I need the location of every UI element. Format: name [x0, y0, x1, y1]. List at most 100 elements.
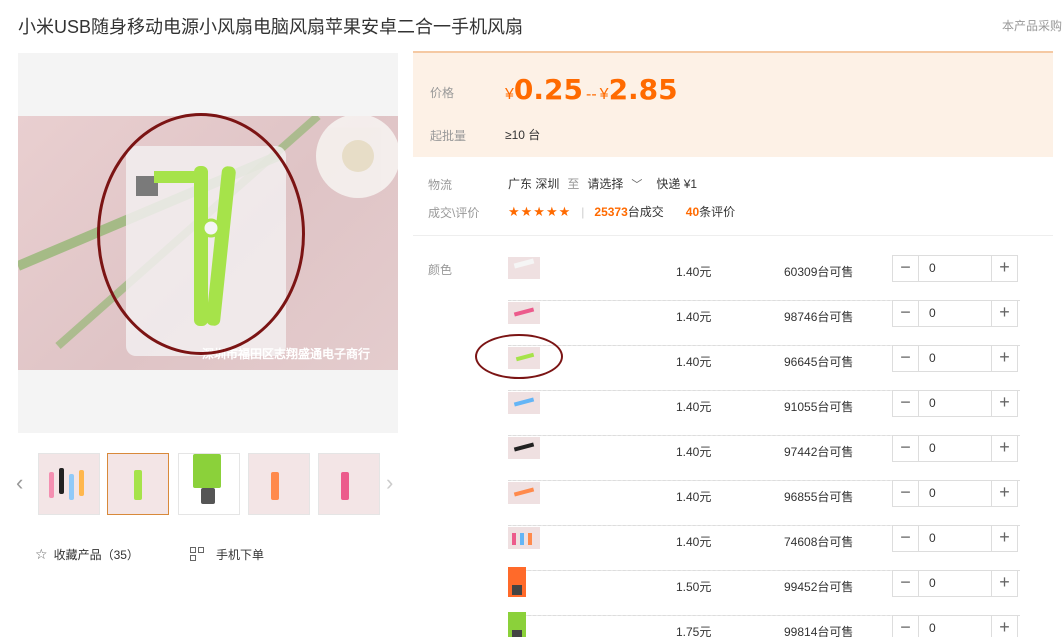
price-label: 价格 [430, 86, 455, 100]
minus-button[interactable]: − [893, 256, 919, 281]
quantity-input[interactable]: 0 [929, 396, 936, 410]
quantity-input[interactable]: 0 [929, 351, 936, 365]
variant-row: 1.40元 91055台可售 −0 + [508, 390, 1020, 436]
variant-stock: 97442台可售 [784, 445, 854, 459]
plus-button[interactable]: + [991, 616, 1017, 637]
sold-count[interactable]: 25373 [594, 205, 627, 219]
quantity-input[interactable]: 0 [929, 486, 936, 500]
review-count[interactable]: 40 [686, 205, 699, 219]
favorite-button[interactable]: ☆ 收藏产品（35） [35, 546, 139, 563]
variant-row: 1.40元 74608台可售 −0 + [508, 525, 1020, 571]
quantity-input[interactable]: 0 [929, 531, 936, 545]
section-divider [413, 235, 1053, 236]
sold-suffix[interactable]: 台成交 [628, 205, 664, 219]
plus-button[interactable]: + [991, 526, 1017, 551]
thumbnail-1[interactable] [38, 453, 100, 515]
plus-button[interactable]: + [991, 391, 1017, 416]
separator: | [581, 205, 585, 219]
mobile-order-button[interactable]: 手机下单 [190, 546, 264, 563]
variant-price: 1.40元 [676, 355, 712, 369]
review-suffix[interactable]: 条评价 [699, 205, 735, 219]
quantity-stepper: −0 + [892, 615, 1018, 637]
variant-stock: 96855台可售 [784, 490, 854, 504]
plus-button[interactable]: + [991, 571, 1017, 596]
variant-row: 1.40元 96645台可售 −0 + [508, 345, 1020, 391]
variant-row: 1.50元 99452台可售 −0 + [508, 567, 1020, 616]
price-separator: -- [586, 86, 597, 103]
thumbnail-prev-arrow[interactable]: ‹ [16, 471, 23, 495]
variant-image[interactable] [508, 392, 540, 414]
quantity-stepper: −0 + [892, 300, 1018, 327]
variant-price: 1.75元 [676, 625, 712, 637]
variant-price: 1.40元 [676, 535, 712, 549]
color-label: 颜色 [428, 263, 453, 277]
thumbnail-4[interactable] [248, 453, 310, 515]
minus-button[interactable]: − [893, 436, 919, 461]
shipping-fee: 快递 ¥1 [656, 177, 698, 191]
logistics-row: 广东 深圳至请选择 ﹀ 快递 ¥1 [508, 175, 697, 192]
star-outline-icon: ☆ [35, 546, 48, 562]
thumbnail-next-arrow[interactable]: › [386, 471, 393, 495]
variant-price: 1.40元 [676, 490, 712, 504]
product-title: 小米USB随身移动电源小风扇电脑风扇苹果安卓二合一手机风扇 [18, 17, 524, 37]
plus-button[interactable]: + [991, 256, 1017, 281]
qr-code-icon [190, 547, 204, 561]
quantity-stepper: −0 + [892, 525, 1018, 552]
highlight-circle-variant [475, 334, 563, 379]
variant-row: 1.40元 60309台可售 −0 + [508, 255, 1020, 301]
thumbnail-2[interactable] [107, 453, 169, 515]
thumbnail-5[interactable] [318, 453, 380, 515]
currency-symbol: ¥ [599, 86, 609, 103]
variant-price: 1.40元 [676, 445, 712, 459]
variant-image[interactable] [508, 482, 540, 504]
plus-button[interactable]: + [991, 346, 1017, 371]
minus-button[interactable]: − [893, 346, 919, 371]
variant-stock: 91055台可售 [784, 400, 854, 414]
variant-image[interactable] [508, 437, 540, 459]
thumbnail-3[interactable] [178, 453, 240, 515]
currency-symbol: ¥ [505, 86, 514, 103]
variant-image[interactable] [508, 527, 540, 549]
quantity-stepper: −0 + [892, 345, 1018, 372]
minus-button[interactable]: − [893, 481, 919, 506]
variant-row: 1.40元 98746台可售 −0 + [508, 300, 1020, 346]
minus-button[interactable]: − [893, 391, 919, 416]
side-note: 本产品采购 [1002, 19, 1063, 33]
plus-button[interactable]: + [991, 481, 1017, 506]
variant-price: 1.40元 [676, 310, 712, 324]
quantity-input[interactable]: 0 [929, 621, 936, 635]
variant-stock: 96645台可售 [784, 355, 854, 369]
plus-button[interactable]: + [991, 436, 1017, 461]
reviews-row: ★★★★★ | 25373台成交 40条评价 [508, 203, 735, 220]
variant-price: 1.50元 [676, 580, 712, 594]
plus-button[interactable]: + [991, 301, 1017, 326]
to-word: 至 [567, 177, 580, 191]
quantity-input[interactable]: 0 [929, 261, 936, 275]
variant-row: 1.75元 99814台可售 −0 + [508, 612, 1020, 637]
quantity-stepper: −0 + [892, 255, 1018, 282]
variant-stock: 99452台可售 [784, 580, 854, 594]
quantity-input[interactable]: 0 [929, 576, 936, 590]
chevron-down-icon[interactable]: ﹀ [631, 179, 642, 191]
moq-label: 起批量 [430, 129, 467, 143]
variant-stock: 98746台可售 [784, 310, 854, 324]
destination-select[interactable]: 请选择 [587, 177, 623, 191]
favorite-label: 收藏产品（35） [53, 548, 139, 562]
minus-button[interactable]: − [893, 616, 919, 637]
variant-image[interactable] [508, 257, 540, 279]
variant-stock: 60309台可售 [784, 265, 854, 279]
minus-button[interactable]: − [893, 301, 919, 326]
variant-image[interactable] [508, 302, 540, 324]
variant-image[interactable] [508, 567, 526, 597]
variant-row: 1.40元 96855台可售 −0 + [508, 480, 1020, 526]
quantity-stepper: −0 + [892, 480, 1018, 507]
variant-image[interactable] [508, 612, 526, 637]
variant-stock: 74608台可售 [784, 535, 854, 549]
variant-price: 1.40元 [676, 400, 712, 414]
quantity-input[interactable]: 0 [929, 441, 936, 455]
quantity-input[interactable]: 0 [929, 306, 936, 320]
logistics-label: 物流 [428, 178, 453, 192]
minus-button[interactable]: − [893, 571, 919, 596]
minus-button[interactable]: − [893, 526, 919, 551]
mobile-order-label: 手机下单 [216, 548, 265, 562]
